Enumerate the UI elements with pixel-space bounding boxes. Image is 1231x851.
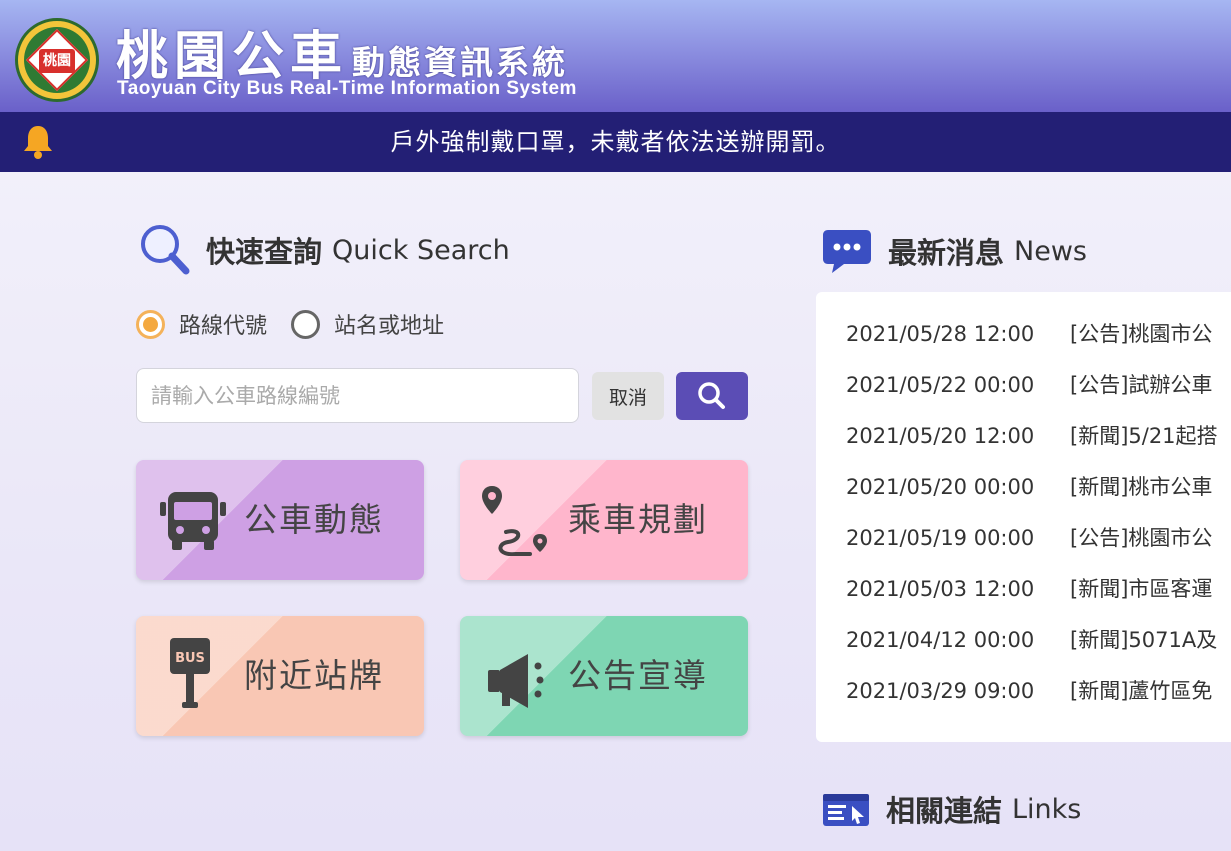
news-date: 2021/05/22 00:00 <box>846 373 1035 397</box>
news-item-title: [公告]試辦公車 <box>1070 373 1213 397</box>
radio-circle[interactable] <box>291 309 321 339</box>
news-date: 2021/04/12 00:00 <box>846 628 1035 652</box>
news-item-title: [新聞]市區客運 <box>1070 577 1213 601</box>
quick-search-title: 快速查詢 <box>206 235 323 269</box>
news-item-title: [新聞]桃市公車 <box>1070 475 1213 499</box>
news-date: 2021/03/29 09:00 <box>846 679 1035 703</box>
links-heading: 相關連結 Links <box>822 788 1081 830</box>
news-item[interactable]: 2021/03/29 09:00 [新聞]蘆竹區免 <box>846 675 1212 705</box>
news-list: 2021/05/28 12:00 [公告]桃園市公 2021/05/22 00:0… <box>816 292 1231 742</box>
news-item[interactable]: 2021/04/12 00:00 [新聞]5071A及 <box>846 624 1217 654</box>
announcement-text[interactable]: 戶外強制戴口罩，未戴者依法送辦開罰。 <box>0 112 1231 172</box>
radio-label: 路線代號 <box>179 314 268 339</box>
links-title: 相關連結 <box>886 794 1003 828</box>
tile-announcements[interactable]: 公告宣導 <box>460 616 748 736</box>
quick-search-heading: 快速查詢 Quick Search <box>138 222 510 278</box>
radio-label: 站名或地址 <box>334 314 445 339</box>
megaphone-icon <box>488 654 544 708</box>
site-header: 桃園 桃園公車 動態資訊系統 Taoyuan City Bus Real-Time… <box>0 0 1231 112</box>
logo-seal: 桃園 <box>39 49 75 73</box>
route-search-input[interactable] <box>136 368 579 423</box>
news-heading: 最新消息 News <box>822 228 1087 274</box>
search-button[interactable] <box>676 372 748 420</box>
tile-bus-dynamics[interactable]: 公車動態 <box>136 460 424 580</box>
news-item[interactable]: 2021/05/20 12:00 [新聞]5/21起搭 <box>846 420 1218 450</box>
tile-label: 公告宣導 <box>568 656 708 695</box>
news-date: 2021/05/28 12:00 <box>846 322 1035 346</box>
search-type-radio-group: 路線代號 站名或地址 <box>136 308 468 340</box>
news-date: 2021/05/20 12:00 <box>846 424 1035 448</box>
tile-label: 公車動態 <box>244 500 384 539</box>
news-date: 2021/05/20 00:00 <box>846 475 1035 499</box>
news-date: 2021/05/19 00:00 <box>846 526 1035 550</box>
search-icon <box>141 225 190 275</box>
site-title-en: Taoyuan City Bus Real-Time Information S… <box>117 78 577 99</box>
tile-nearby-stops[interactable]: BUS 附近站牌 <box>136 616 424 736</box>
radio-route-number[interactable]: 路線代號 <box>136 308 267 340</box>
news-item-title: [公告]桃園市公 <box>1070 322 1213 346</box>
news-item-title: [新聞]5/21起搭 <box>1070 424 1218 448</box>
news-item[interactable]: 2021/05/03 12:00 [新聞]市區客運 <box>846 573 1212 603</box>
tile-label: 乘車規劃 <box>568 500 708 539</box>
news-item-title: [新聞]蘆竹區免 <box>1070 679 1213 703</box>
news-date: 2021/05/03 12:00 <box>846 577 1035 601</box>
chat-bubble-icon <box>823 230 871 273</box>
city-logo[interactable]: 桃園 <box>15 18 99 102</box>
news-title-en: News <box>1014 235 1087 267</box>
radio-circle-checked[interactable] <box>136 309 165 339</box>
bus-icon <box>160 492 226 550</box>
news-item-title: [新聞]5071A及 <box>1070 628 1218 652</box>
news-item[interactable]: 2021/05/28 12:00 [公告]桃園市公 <box>846 318 1212 348</box>
svg-text:BUS: BUS <box>175 651 205 666</box>
news-item[interactable]: 2021/05/22 00:00 [公告]試辦公車 <box>846 369 1212 399</box>
news-item[interactable]: 2021/05/20 00:00 [新聞]桃市公車 <box>846 471 1212 501</box>
site-title-sub: 動態資訊系統 <box>352 43 569 82</box>
magnifier-icon <box>698 382 725 409</box>
links-title-en: Links <box>1012 793 1082 825</box>
news-title: 最新消息 <box>888 236 1005 270</box>
link-window-icon <box>823 794 869 826</box>
tile-label: 附近站牌 <box>244 656 384 695</box>
news-item[interactable]: 2021/05/19 00:00 [公告]桃園市公 <box>846 522 1212 552</box>
bus-stop-icon: BUS <box>170 638 210 708</box>
cancel-button[interactable]: 取消 <box>592 372 664 420</box>
quick-search-title-en: Quick Search <box>332 234 510 266</box>
tile-trip-planning[interactable]: 乘車規劃 <box>460 460 748 580</box>
radio-station-address[interactable]: 站名或地址 <box>291 308 444 340</box>
route-icon <box>482 486 547 556</box>
news-item-title: [公告]桃園市公 <box>1070 526 1213 550</box>
